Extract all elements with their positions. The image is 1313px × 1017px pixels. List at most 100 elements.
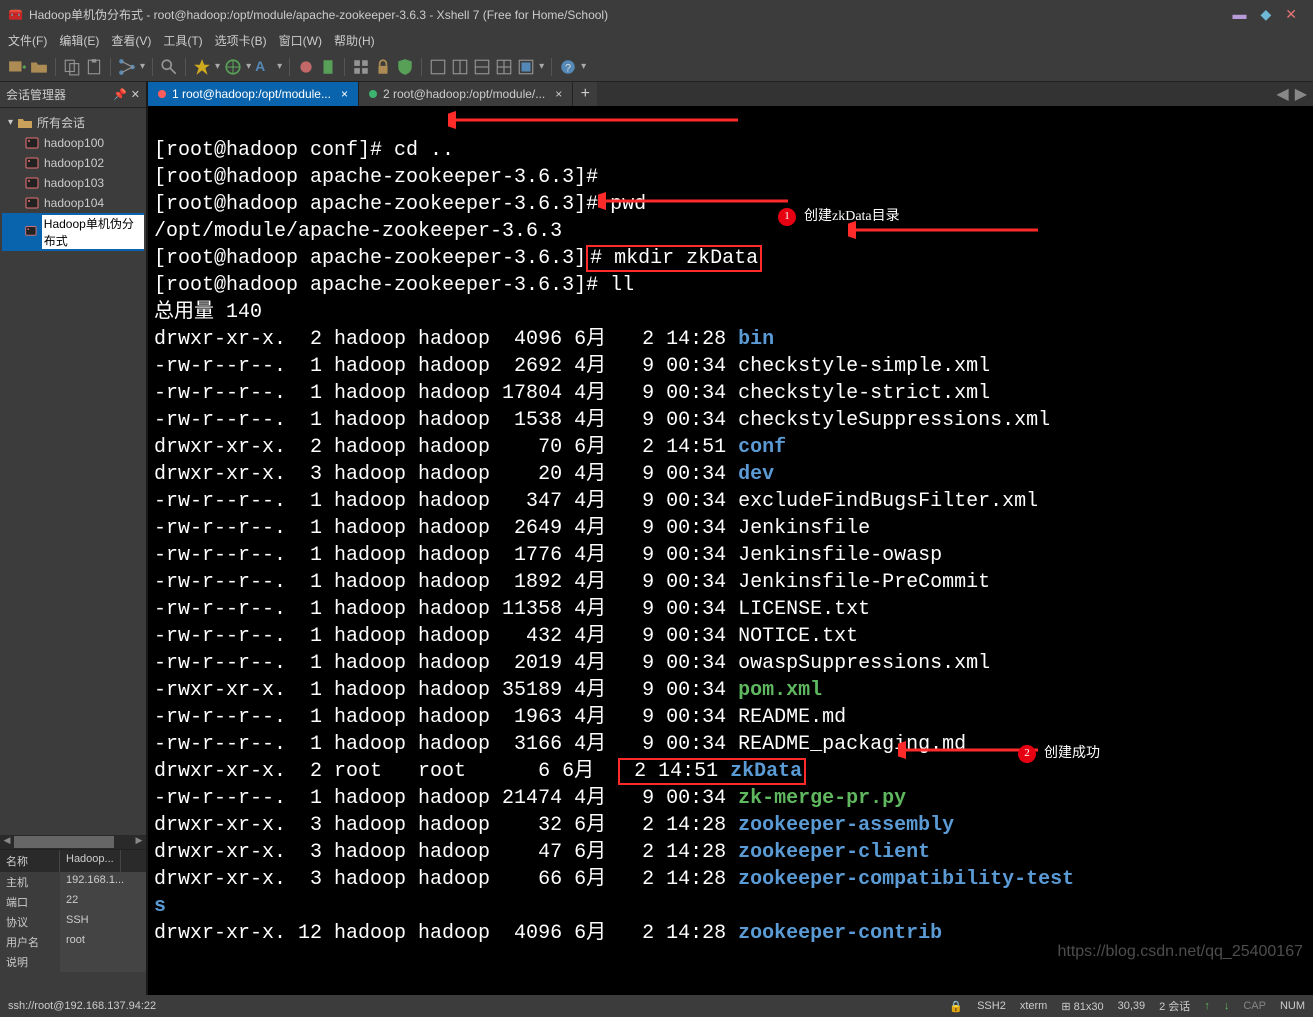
info-value: 22 [60,892,146,912]
menu-item[interactable]: 文件(F) [8,32,47,49]
arrow-1 [448,110,748,130]
paste-icon[interactable] [85,58,103,76]
lock-icon[interactable] [374,58,392,76]
session-item[interactable]: hadoop102 [2,153,144,173]
menu-item[interactable]: 选项卡(B) [215,32,267,49]
status-pos: 30,39 [1118,1000,1146,1012]
tab-label: 1 root@hadoop:/opt/module... [172,87,331,101]
terminal-line: [root@hadoop apache-zookeeper-3.6.3]# pw… [154,193,646,216]
terminal-line: s [154,895,166,918]
terminal[interactable]: [root@hadoop conf]# cd .. [root@hadoop a… [148,106,1313,995]
terminal-line: drwxr-xr-x. 12 hadoop hadoop 4096 6月 2 1… [154,922,942,945]
tree-root[interactable]: ▾ 所有会话 [2,112,144,133]
help-icon[interactable]: ? [559,58,577,76]
session-item[interactable]: hadoop103 [2,173,144,193]
status-connection: ssh://root@192.168.137.94:22 [8,1000,949,1012]
menu-item[interactable]: 帮助(H) [334,32,375,49]
info-row: 主机192.168.1... [0,872,146,892]
status-down-icon[interactable]: ↓ [1224,1000,1230,1012]
session-tree: ▾ 所有会话 hadoop100 hadoop102 hadoop103 hadoop… [0,108,146,835]
session-label: hadoop100 [44,136,104,150]
session-tab[interactable]: 1 root@hadoop:/opt/module... × [148,82,359,106]
info-value: 192.168.1... [60,872,146,892]
menu-item[interactable]: 工具(T) [163,32,202,49]
session-icon [24,175,40,191]
status-lock-icon: 🔒 [949,1000,963,1013]
session-icon [24,155,40,171]
sidebar-pin-icon[interactable]: 📌 [113,88,127,101]
info-key: 主机 [0,872,60,892]
menu-item[interactable]: 查看(V) [111,32,151,49]
session-manager-sidebar: 会话管理器 📌 ✕ ▾ 所有会话 hadoop100 hadoop102 hadoo… [0,82,148,995]
session-icon [24,195,40,211]
open-folder-icon[interactable] [30,58,48,76]
layout5-icon[interactable] [517,58,535,76]
status-up-icon[interactable]: ↑ [1204,1000,1210,1012]
tab-bar: 1 root@hadoop:/opt/module...×2 root@hado… [148,82,1313,106]
star-icon[interactable] [193,58,211,76]
tab-close-icon[interactable]: × [341,87,348,101]
layout4-icon[interactable] [495,58,513,76]
toolbar: ▾ ▾ ▾ A ▾ ▾ ? ▾ [0,52,1313,82]
menu-item[interactable]: 编辑(E) [59,32,99,49]
layout2-icon[interactable] [451,58,469,76]
info-key: 说明 [0,952,60,972]
menu-item[interactable]: 窗口(W) [279,32,322,49]
search-icon[interactable] [160,58,178,76]
tab-nav-next-icon[interactable]: ▶ [1295,84,1307,104]
tab-close-icon[interactable]: × [555,87,562,101]
terminal-line: [root@hadoop conf]# cd .. [154,139,454,162]
annotation-2: 2 创建成功 [1018,740,1100,767]
session-label: hadoop102 [44,156,104,170]
tab-nav-prev-icon[interactable]: ◀ [1276,84,1288,104]
status-ssh: SSH2 [977,1000,1006,1012]
shield-icon[interactable] [396,58,414,76]
add-tab-button[interactable]: + [573,82,597,106]
sidebar-scrollbar[interactable]: ◀ ▶ [0,835,146,849]
record-icon[interactable] [297,58,315,76]
maximize-button[interactable]: ◆ [1260,6,1271,23]
layout3-icon[interactable] [473,58,491,76]
layout1-icon[interactable] [429,58,447,76]
session-item[interactable]: hadoop104 [2,193,144,213]
connection-info: 名称 Hadoop... 主机192.168.1...端口22协议SSH用户名r… [0,849,146,995]
new-session-icon[interactable] [8,58,26,76]
info-value [60,952,146,972]
session-icon [24,224,38,240]
status-sessions: 2 会话 [1159,998,1190,1014]
tab-label: 2 root@hadoop:/opt/module/... [383,87,545,101]
tree-icon[interactable] [118,58,136,76]
session-item[interactable]: Hadoop单机伪分布式 [2,213,144,251]
info-key: 端口 [0,892,60,912]
info-value: SSH [60,912,146,932]
statusbar: ssh://root@192.168.137.94:22 🔒 SSH2 xter… [0,995,1313,1017]
session-icon [24,135,40,151]
globe-icon[interactable] [224,58,242,76]
watermark: https://blog.csdn.net/qq_25400167 [1057,938,1303,965]
tree-root-label: 所有会话 [37,114,85,131]
terminal-line: [root@hadoop apache-zookeeper-3.6.3]# [154,166,598,189]
terminal-line: drwxr-xr-x. 2 root root 6 6月 2 14:51 zkD… [154,758,806,785]
info-key: 用户名 [0,932,60,952]
status-num: NUM [1280,1000,1305,1012]
session-item[interactable]: hadoop100 [2,133,144,153]
status-term: xterm [1020,1000,1048,1012]
session-label: hadoop103 [44,176,104,190]
sidebar-title: 会话管理器 [6,86,66,103]
annotation-1-num: 1 [778,208,796,226]
grid1-icon[interactable] [352,58,370,76]
session-label: Hadoop单机伪分布式 [42,215,144,249]
status-size: ⊞ 81x30 [1061,1000,1103,1013]
close-button[interactable]: ✕ [1285,6,1297,23]
svg-text:?: ? [565,62,571,74]
info-key: 协议 [0,912,60,932]
bookmark-icon[interactable] [319,58,337,76]
annotation-1-text: 创建zkData目录 [804,203,900,230]
font-icon[interactable]: A [255,58,273,76]
session-tab[interactable]: 2 root@hadoop:/opt/module/... × [359,82,573,106]
terminal-area: 1 root@hadoop:/opt/module...×2 root@hado… [148,82,1313,995]
sidebar-close-icon[interactable]: ✕ [131,88,140,101]
copy-icon[interactable] [63,58,81,76]
annotation-2-num: 2 [1018,745,1036,763]
minimize-button[interactable]: ▬ [1232,6,1246,23]
